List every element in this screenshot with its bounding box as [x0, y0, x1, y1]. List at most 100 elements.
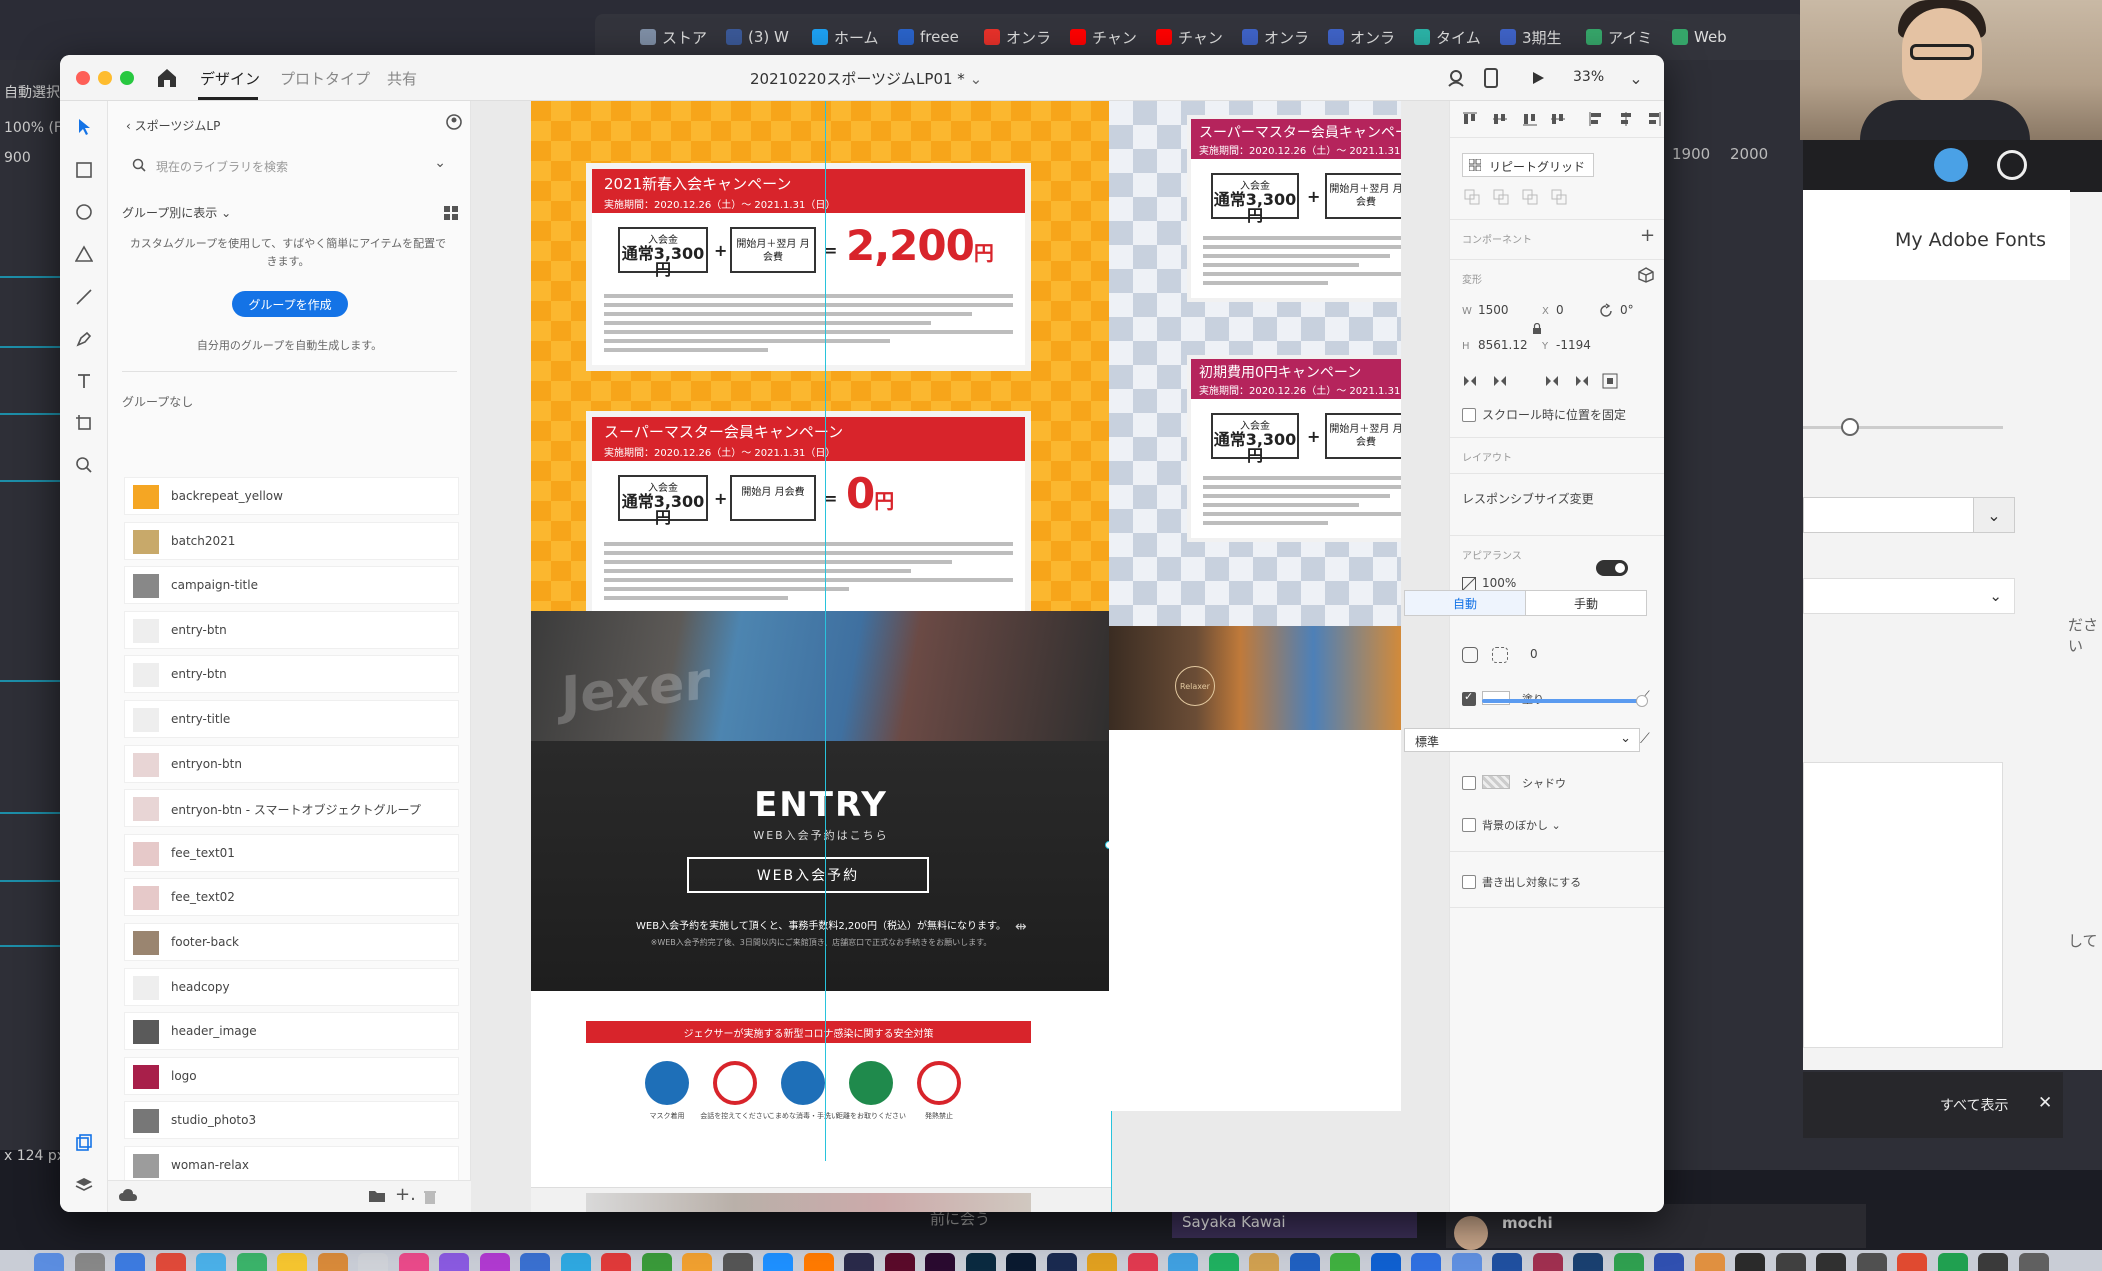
zoom-level[interactable]: 33%: [1573, 69, 1604, 85]
flip-horizontal-icon[interactable]: [1462, 373, 1478, 389]
pen-tool-icon[interactable]: [70, 325, 98, 353]
corner-radius-icon[interactable]: [1462, 647, 1478, 663]
dock-app-icon[interactable]: [196, 1253, 226, 1271]
maximize-window-button[interactable]: [120, 71, 134, 85]
dock-app-icon[interactable]: [1411, 1253, 1441, 1271]
browser-tab[interactable]: freee: [898, 24, 959, 50]
dock-app-icon[interactable]: [1775, 1253, 1806, 1271]
distribute-spacing-h-icon[interactable]: [1544, 373, 1560, 389]
blend-mode-dropdown[interactable]: 標準 ⌄: [1404, 728, 1640, 752]
folder-icon[interactable]: [368, 1189, 386, 1203]
cc-creative-cloud-icon[interactable]: [1997, 150, 2027, 180]
select-tool-icon[interactable]: [70, 113, 98, 141]
campaign-card-alt-2[interactable]: 初期費用0円キャンペーン 実施期間：2020.12.26（土）～ 2021.1.…: [1187, 355, 1401, 542]
cc-cloud-icon[interactable]: [1934, 148, 1968, 182]
y-field[interactable]: -1194: [1556, 338, 1591, 352]
opacity-slider[interactable]: [1482, 699, 1642, 703]
dock-app-icon[interactable]: [1006, 1253, 1036, 1271]
cc-dropdown-button[interactable]: ⌄: [1973, 497, 2015, 533]
shadow-checkbox[interactable]: [1462, 776, 1476, 790]
close-window-button[interactable]: [76, 71, 90, 85]
dock-app-icon[interactable]: [1573, 1253, 1603, 1271]
chevron-down-icon[interactable]: ⌄: [1625, 67, 1647, 89]
flip-vertical-icon[interactable]: [1492, 373, 1508, 389]
dock-app-icon[interactable]: [925, 1253, 955, 1271]
asset-item[interactable]: backrepeat_yellow: [124, 477, 459, 515]
asset-item[interactable]: woman-relax: [124, 1146, 459, 1184]
user-icon[interactable]: [1445, 67, 1467, 89]
asset-item[interactable]: batch2021: [124, 521, 459, 560]
rotation-field[interactable]: 0°: [1620, 303, 1634, 317]
bg-blur-dropdown[interactable]: 背景のぼかし ⌄: [1482, 817, 1561, 833]
dock-app-icon[interactable]: [884, 1253, 915, 1271]
dock-app-icon[interactable]: [1856, 1253, 1887, 1271]
tab-prototype[interactable]: プロトタイプ: [280, 68, 370, 89]
design-canvas[interactable]: 2021新春入会キャンペーン 実施期間：2020.12.26（土）～ 2021.…: [471, 101, 1449, 1212]
browser-tab[interactable]: アイミ: [1586, 24, 1652, 50]
dock-app-icon[interactable]: [277, 1253, 307, 1271]
browser-tab[interactable]: ホーム: [812, 24, 879, 50]
shadow-color-swatch[interactable]: [1482, 775, 1510, 789]
dock-app-icon[interactable]: [1492, 1253, 1522, 1271]
dock-app-icon[interactable]: [1937, 1253, 1968, 1271]
tab-design[interactable]: デザイン: [200, 68, 260, 89]
text-tool-icon[interactable]: [70, 367, 98, 395]
align-left-icon[interactable]: [1588, 111, 1604, 127]
3d-transform-icon[interactable]: [1638, 267, 1654, 283]
browser-tab[interactable]: チャン: [1070, 24, 1137, 50]
asset-item[interactable]: headcopy: [124, 967, 459, 1006]
library-search[interactable]: 現在のライブラリを検索 ⌄: [122, 151, 452, 181]
distribute-spacing-v-icon[interactable]: [1574, 373, 1590, 389]
dock-app-icon[interactable]: [1046, 1253, 1077, 1271]
dock-app-icon[interactable]: [1613, 1253, 1644, 1271]
align-middle-icon[interactable]: [1492, 111, 1508, 127]
browser-tab[interactable]: タイム: [1414, 24, 1481, 50]
asset-item[interactable]: logo: [124, 1056, 459, 1095]
play-icon[interactable]: [1527, 67, 1549, 89]
intersect-icon[interactable]: [1522, 189, 1538, 205]
browser-tab[interactable]: オンラ: [984, 24, 1051, 50]
dock-app-icon[interactable]: [1694, 1253, 1725, 1271]
dock-app-icon[interactable]: [1330, 1253, 1360, 1271]
lock-icon[interactable]: [1532, 323, 1542, 335]
artboard-secondary[interactable]: スーパーマスター会員キャンペーン 実施期間：2020.12.26（土）～ 202…: [1109, 101, 1401, 1111]
browser-tab[interactable]: (3) W: [726, 24, 789, 50]
export-checkbox[interactable]: [1462, 875, 1476, 889]
web-entry-button[interactable]: WEB入会予約: [687, 857, 929, 893]
dock-app-icon[interactable]: [439, 1253, 469, 1271]
dock-app-icon[interactable]: [1735, 1253, 1765, 1271]
dock-app-icon[interactable]: [155, 1253, 186, 1271]
asset-item[interactable]: entry-btn: [124, 655, 459, 694]
padding-icon[interactable]: [1602, 373, 1618, 389]
dock-app-icon[interactable]: [1897, 1253, 1927, 1271]
add-component-icon[interactable]: +: [1640, 225, 1655, 246]
asset-item[interactable]: fee_text01: [124, 833, 459, 872]
browser-tab[interactable]: 3期生: [1500, 24, 1562, 50]
asset-item[interactable]: campaign-title: [124, 566, 459, 605]
dock-app-icon[interactable]: [722, 1253, 753, 1271]
cc-slider-knob[interactable]: [1841, 418, 1859, 436]
browser-tab[interactable]: ストア: [640, 24, 707, 50]
dock-app-icon[interactable]: [34, 1253, 64, 1271]
fix-scroll-checkbox[interactable]: [1462, 408, 1476, 422]
close-icon[interactable]: ✕: [2038, 1093, 2052, 1113]
dock-app-icon[interactable]: [965, 1253, 996, 1271]
dock-app-icon[interactable]: [1816, 1253, 1846, 1271]
dock-app-icon[interactable]: [803, 1253, 834, 1271]
dock-app-icon[interactable]: [763, 1253, 793, 1271]
polygon-tool-icon[interactable]: [70, 240, 98, 268]
height-field[interactable]: 8561.12: [1478, 338, 1528, 352]
chevron-down-icon[interactable]: ⌄: [434, 155, 446, 171]
subtract-icon[interactable]: [1493, 189, 1509, 205]
dock-app-icon[interactable]: [479, 1253, 510, 1271]
responsive-resize-toggle[interactable]: [1596, 560, 1628, 576]
fill-checkbox[interactable]: ✓: [1462, 690, 1476, 706]
minimize-window-button[interactable]: [98, 71, 112, 85]
dock-app-icon[interactable]: [560, 1253, 591, 1271]
campaign-card-alt-1[interactable]: スーパーマスター会員キャンペーン 実施期間：2020.12.26（土）～ 202…: [1187, 115, 1401, 302]
asset-item[interactable]: studio_photo3: [124, 1101, 459, 1140]
dock-app-icon[interactable]: [1451, 1253, 1482, 1271]
align-right-icon[interactable]: [1646, 111, 1662, 127]
browser-tab[interactable]: オンラ: [1328, 24, 1395, 50]
browser-tab[interactable]: オンラ: [1242, 24, 1309, 50]
